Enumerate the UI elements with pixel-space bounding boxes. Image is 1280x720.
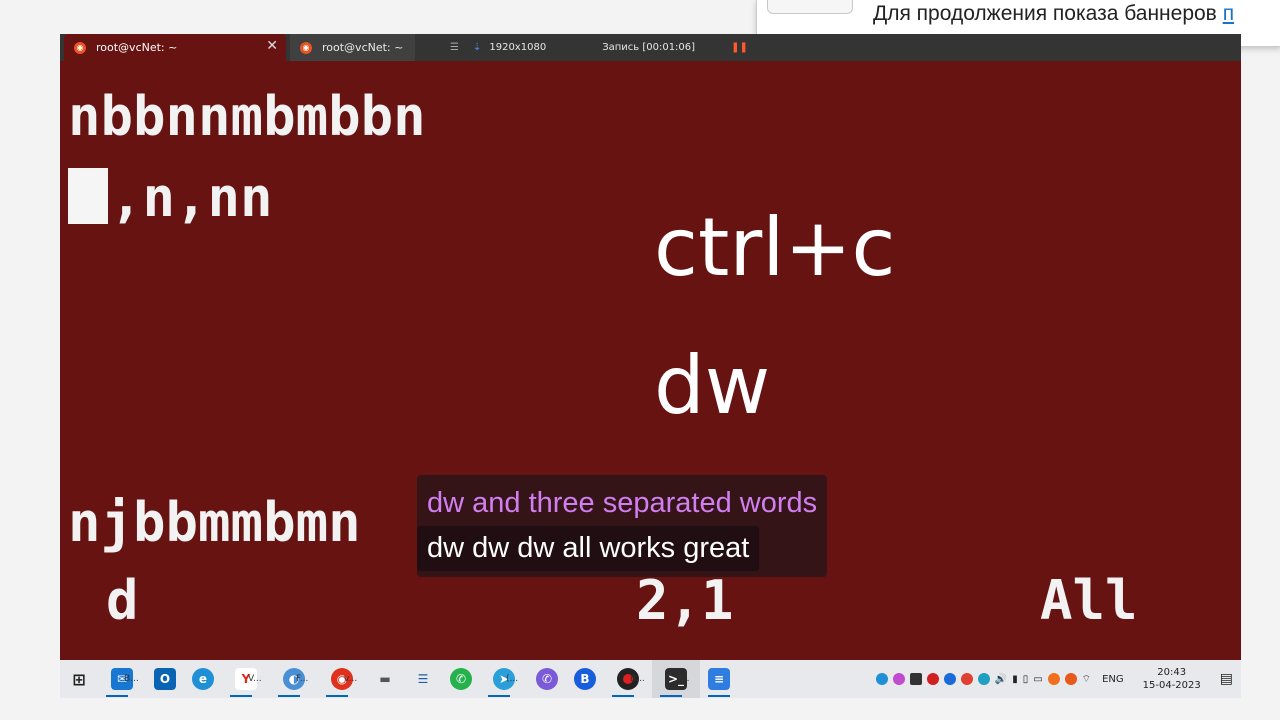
taskbar-label: F... [296, 674, 309, 684]
tab-title: root@vcNet: ~ [322, 41, 404, 54]
wifi-icon[interactable]: ⌔ [1082, 673, 1091, 686]
taskbar-label: B... [124, 674, 139, 684]
terminal-line-2: ,n,nn [68, 168, 273, 225]
taskbar-firefox[interactable]: ◐ F... [270, 660, 318, 698]
keystroke-overlay-ctrl-c: ctrl+c [654, 201, 896, 294]
taskbar-viber[interactable]: ✆ [528, 660, 566, 698]
taskbar-label: B... [630, 674, 645, 684]
tray-fox-icon[interactable] [1064, 673, 1077, 685]
banner-message: Для продолжения показа баннеров [873, 2, 1217, 25]
video-caption: dw and three separated words dw dw dw al… [417, 475, 828, 577]
keystroke-overlay-dw: dw [654, 339, 771, 432]
task-manager-icon: ☰ [417, 672, 429, 686]
taskbar-vivaldi[interactable]: ◉ v... [318, 660, 366, 698]
mic-icon[interactable]: ▮ [1012, 674, 1018, 685]
taskbar-task-manager[interactable]: ☰ [404, 660, 442, 698]
recorder-resolution: 1920x1080 [489, 42, 547, 53]
taskbar-edge[interactable]: e [184, 660, 222, 698]
language-indicator[interactable]: ENG [1102, 674, 1124, 685]
terminal-line-3: njbbmmbmn [68, 491, 361, 554]
notification-icon[interactable]: ▤ [1220, 671, 1233, 687]
taskbar-mail[interactable]: ✉ B... [98, 660, 146, 698]
taskbar-bitwarden[interactable]: B [566, 660, 604, 698]
clock[interactable]: 20:43 15-04-2023 [1143, 666, 1201, 692]
clock-date: 15-04-2023 [1142, 680, 1201, 691]
tray-edge-icon[interactable] [875, 673, 888, 685]
tray-mail-icon[interactable] [909, 673, 922, 685]
vim-cursor-position: 2,1 [636, 569, 734, 632]
taskbar-recorder[interactable]: B... [604, 660, 652, 698]
tray-edge2-icon[interactable] [977, 673, 990, 685]
terminal-line-2-text: ,n,nn [110, 166, 273, 229]
caption-line-1: dw and three separated words [427, 487, 818, 519]
battery-icon[interactable]: ▭ [1033, 674, 1042, 685]
outlook-icon: O [154, 668, 176, 690]
ubuntu-icon: ◉ [74, 41, 86, 54]
taskbar-start[interactable]: ⊞ [60, 660, 98, 698]
vim-scroll-indicator: All [1040, 569, 1138, 632]
cursor [68, 168, 108, 224]
pause-icon[interactable]: ❚❚ [731, 42, 748, 53]
tab-terminal-1[interactable]: ◉ root@vcNet: ~ ✕ [64, 34, 286, 61]
tab-title: root@vcNet: ~ [96, 41, 178, 54]
speaker-icon[interactable]: 🔊 [995, 674, 1007, 685]
banner-button[interactable] [767, 0, 853, 14]
tray-bluetooth-icon[interactable] [943, 673, 956, 685]
taskbar-yandex[interactable]: Y V... [222, 660, 270, 698]
taskbar-label: (... [506, 674, 519, 684]
taskbar-label: V... [248, 674, 262, 684]
whatsapp-icon: ✆ [450, 668, 472, 690]
tray-orange-icon[interactable] [1047, 673, 1060, 685]
terminal-line-1: nbbnnmbmbbn [68, 85, 426, 148]
windows-start-icon: ⊞ [72, 669, 86, 689]
recorder-toolbar: ☰ ⇣ 1920x1080 Запись [00:01:06] ❚❚ [420, 34, 750, 61]
tray-yandex-icon[interactable] [960, 673, 973, 685]
document-icon: ≡ [708, 668, 730, 690]
clock-time: 20:43 [1157, 667, 1187, 678]
system-tray: 🔊 ▮ ▯ ▭ ⌔ ENG 20:43 15-04-2023 ▤ [875, 660, 1233, 698]
vim-mode-indicator: d [106, 569, 139, 632]
terminal-window: ◉ root@vcNet: ~ ✕ ◉ root@vcNet: ~ ☰ ⇣ 19… [60, 34, 1241, 660]
taskbar-whatsapp[interactable]: ✆ [442, 660, 480, 698]
menu-icon[interactable]: ☰ [450, 42, 459, 53]
ubuntu-icon: ◉ [300, 41, 312, 54]
usb-icon: ▬ [379, 672, 391, 686]
tray-record-icon[interactable] [926, 673, 939, 685]
close-icon[interactable]: ✕ [266, 38, 278, 54]
windows-taskbar: ⊞ ✉ B... O e Y V... ◐ F... ◉ v... ▬ ☰ ✆ … [60, 660, 1241, 698]
caption-line-2: dw dw dw all works great [417, 526, 760, 571]
bitwarden-icon: B [574, 668, 596, 690]
banner-text: Для продолжения показа баннеров п [873, 2, 1234, 26]
taskbar-telegram[interactable]: ➤ (... [480, 660, 528, 698]
tray-app-icon[interactable] [892, 673, 905, 685]
taskbar-outlook[interactable]: O [146, 660, 184, 698]
taskbar-label: v... [344, 674, 358, 684]
edge-icon: e [192, 668, 214, 690]
tab-terminal-2[interactable]: ◉ root@vcNet: ~ [290, 34, 415, 61]
banner-link[interactable]: п [1223, 2, 1234, 25]
terminal-tab-bar: ◉ root@vcNet: ~ ✕ ◉ root@vcNet: ~ ☰ ⇣ 19… [60, 34, 1241, 61]
taskbar-label: r... [678, 674, 690, 684]
pin-icon[interactable]: ⇣ [473, 42, 481, 53]
taskbar-document[interactable]: ≡ [700, 660, 738, 698]
taskbar-usb[interactable]: ▬ [366, 660, 404, 698]
viber-icon: ✆ [536, 668, 558, 690]
phone-icon[interactable]: ▯ [1023, 674, 1029, 685]
taskbar-terminal[interactable]: >_ r... [652, 660, 700, 698]
recorder-status: Запись [00:01:06] [602, 42, 696, 53]
